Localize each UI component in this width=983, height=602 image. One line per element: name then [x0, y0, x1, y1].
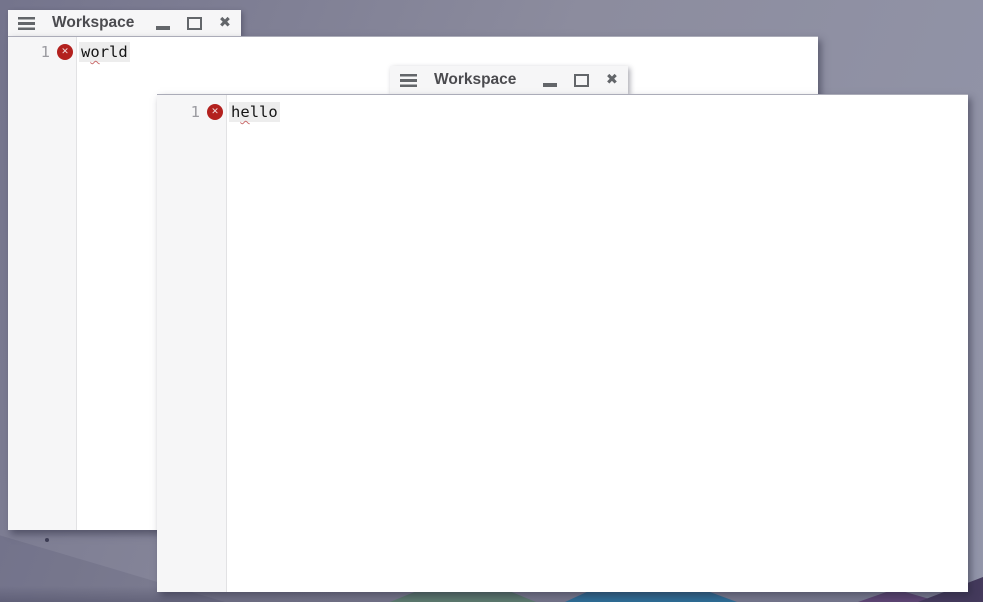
code-line: world: [79, 42, 818, 62]
maximize-button[interactable]: [574, 74, 589, 87]
maximize-icon: [574, 74, 589, 87]
gutter-row: 1 ✕: [8, 42, 76, 62]
gutter-row: 1 ✕: [157, 102, 226, 122]
editor-content[interactable]: hello: [227, 95, 968, 592]
maximize-icon: [187, 17, 202, 30]
minimize-button[interactable]: [543, 74, 557, 87]
wallpaper-speck: [45, 538, 49, 542]
line-number: 1: [191, 103, 200, 121]
code-post: llo: [250, 103, 278, 121]
hamburger-menu-icon[interactable]: [400, 74, 417, 87]
editor-gutter: 1 ✕: [157, 95, 227, 592]
close-button[interactable]: ✖: [606, 73, 618, 88]
window-title: Workspace: [52, 14, 134, 32]
error-marker-icon: ✕: [207, 104, 223, 120]
close-icon: ✖: [606, 73, 618, 88]
hamburger-menu-icon[interactable]: [18, 17, 35, 30]
close-icon: ✖: [219, 16, 231, 31]
code-pre: h: [231, 103, 240, 121]
spellcheck-squiggle: o: [90, 43, 99, 61]
code-word: hello: [229, 102, 280, 122]
code-word: world: [79, 42, 130, 62]
minimize-icon: [543, 83, 557, 87]
maximize-button[interactable]: [187, 17, 202, 30]
window-controls: ✖: [156, 16, 231, 31]
window-titlebar[interactable]: Workspace ✖: [390, 66, 628, 94]
minimize-button[interactable]: [156, 17, 170, 30]
window-titlebar[interactable]: Workspace ✖: [8, 10, 241, 36]
minimize-icon: [156, 26, 170, 30]
line-number: 1: [41, 43, 50, 61]
error-marker-icon: ✕: [57, 44, 73, 60]
editor-gutter: 1 ✕: [8, 37, 77, 530]
code-pre: w: [81, 43, 90, 61]
code-line: hello: [229, 102, 968, 122]
editor-body: 1 ✕ hello: [157, 94, 968, 592]
close-button[interactable]: ✖: [219, 16, 231, 31]
window-controls: ✖: [543, 73, 618, 88]
window-title: Workspace: [434, 71, 516, 89]
code-post: rld: [100, 43, 128, 61]
spellcheck-squiggle: e: [240, 103, 249, 121]
